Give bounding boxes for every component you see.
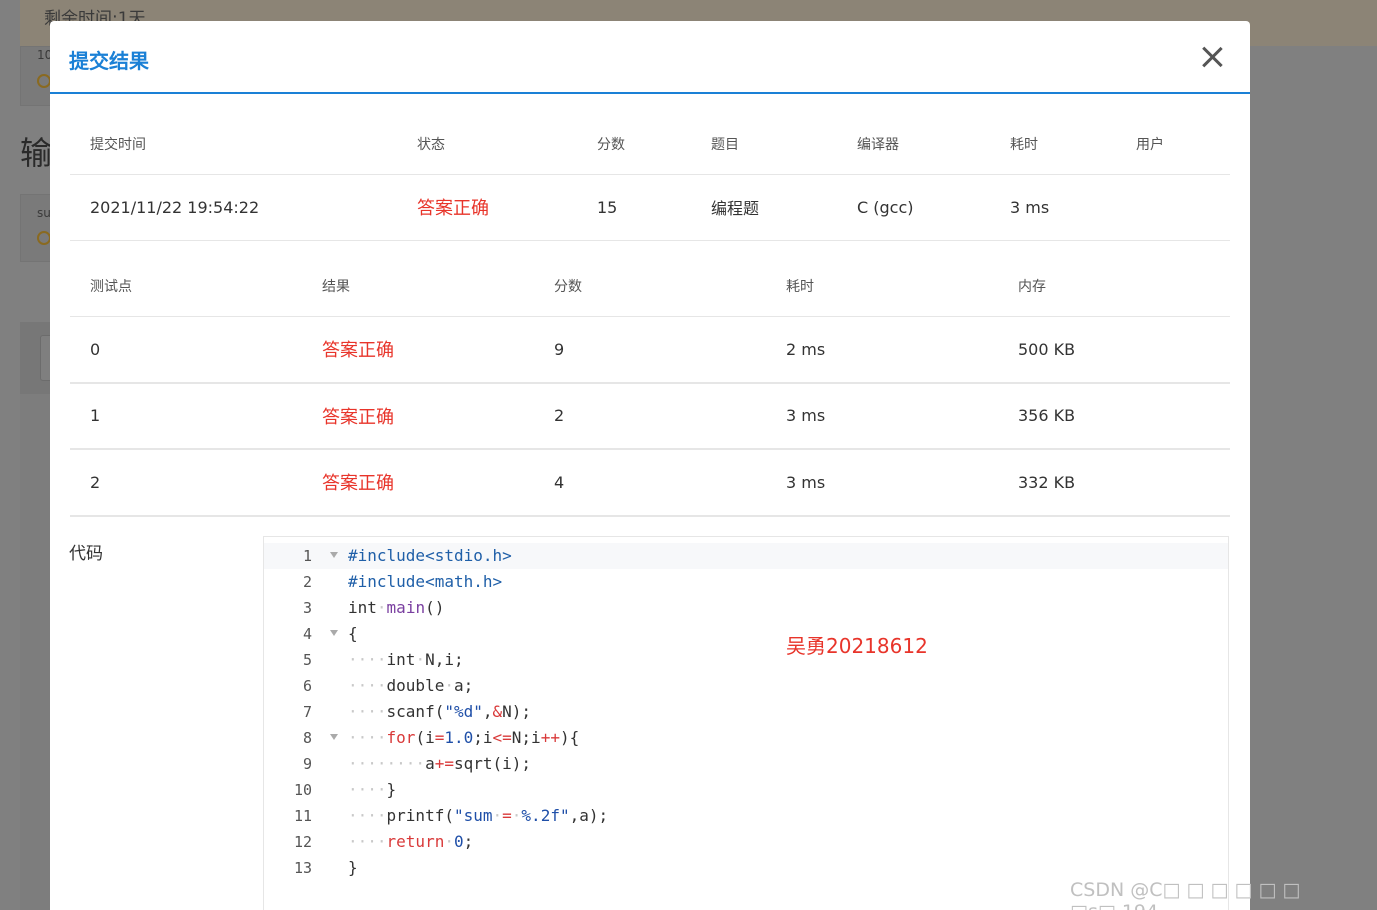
code-line: 3 int·main() <box>264 595 1228 621</box>
background-right <box>1250 46 1377 910</box>
column-header: 耗时 <box>1010 137 1038 154</box>
table-row: 0 答案正确 9 2 ms 500 KB <box>70 316 1230 383</box>
code-text: ····for(i=1.0;i<=N;i++){ <box>348 728 580 747</box>
code-text: ········a+=sqrt(i); <box>348 754 532 773</box>
code-text: #include<math.h> <box>348 572 503 591</box>
table-header-row: 测试点 结果 分数 耗时 内存 <box>70 257 1230 316</box>
problem-link[interactable]: 编程题 <box>691 174 837 240</box>
code-line: 9 ········a+=sqrt(i); <box>264 751 1228 777</box>
modal-header: 提交结果 <box>50 21 1250 94</box>
case-score: 4 <box>554 472 565 492</box>
code-text: ····printf("sum·=·%.2f",a); <box>348 806 609 825</box>
column-header: 题目 <box>711 137 739 154</box>
csdn-watermark: CSDN @C□ □ □ □ □ □ □s□.194 <box>1070 879 1301 910</box>
fold-arrow-icon[interactable] <box>330 630 338 636</box>
case-memory: 500 KB <box>1018 339 1076 359</box>
fold-arrow-icon[interactable] <box>330 734 338 740</box>
code-line: 2 #include<math.h> <box>264 569 1228 595</box>
column-header: 测试点 <box>90 279 132 296</box>
background-heading: 输 <box>20 134 53 172</box>
column-header: 分数 <box>597 137 625 154</box>
line-number: 5 <box>302 651 312 669</box>
time-cost: 3 ms <box>1010 197 1050 217</box>
warning-icon <box>37 74 51 88</box>
line-number: 11 <box>293 807 312 825</box>
line-number: 12 <box>293 833 312 851</box>
case-id: 2 <box>90 472 101 492</box>
case-time: 2 ms <box>786 339 826 359</box>
case-id: 1 <box>90 406 101 426</box>
line-number: 1 <box>302 547 312 565</box>
score: 15 <box>597 197 618 217</box>
code-line: 5 ····int·N,i; <box>264 647 1228 673</box>
column-header: 用户 <box>1136 137 1164 154</box>
case-time: 3 ms <box>786 472 826 492</box>
code-text: ····double·a; <box>348 676 474 695</box>
compiler: C (gcc) <box>857 197 914 217</box>
user <box>1116 174 1230 240</box>
code-line: 10 ····} <box>264 777 1228 803</box>
code-text: ····} <box>348 780 397 799</box>
code-lines: 1 #include<stdio.h> 2 #include<math.h> 3 int·… <box>264 543 1228 881</box>
code-line: 6 ····double·a; <box>264 673 1228 699</box>
line-number: 7 <box>302 703 312 721</box>
background-card-text: su <box>37 206 51 220</box>
case-score: 2 <box>554 406 565 426</box>
line-number: 2 <box>302 573 312 591</box>
code-text: ····scanf("%d",&N); <box>348 702 532 721</box>
code-line: 1 #include<stdio.h> <box>264 543 1228 569</box>
case-id: 0 <box>90 339 101 359</box>
column-header: 内存 <box>1018 279 1046 296</box>
status-badge: 答案正确 <box>417 198 489 219</box>
code-line: 12 ····return·0; <box>264 829 1228 855</box>
table-header-row: 提交时间 状态 分数 题目 编译器 耗时 用户 <box>70 115 1230 174</box>
code-text: ····return·0; <box>348 832 474 851</box>
code-label: 代码 <box>69 544 103 564</box>
close-icon[interactable] <box>1198 43 1226 71</box>
code-text: #include<stdio.h> <box>348 546 512 565</box>
test-case-table: 测试点 结果 分数 耗时 内存 0 答案正确 9 2 ms 500 KB 1 答… <box>70 257 1230 517</box>
line-number: 9 <box>302 755 312 773</box>
code-line: 13} <box>264 855 1228 881</box>
code-line: 11 ····printf("sum·=·%.2f",a); <box>264 803 1228 829</box>
line-number: 10 <box>293 781 312 799</box>
case-result: 答案正确 <box>322 473 394 495</box>
table-row: 2021/11/22 19:54:22 答案正确 15 编程题 C (gcc) … <box>70 174 1230 240</box>
submit-time: 2021/11/22 19:54:22 <box>90 197 260 217</box>
code-text: { <box>348 624 358 643</box>
column-header: 耗时 <box>786 279 814 296</box>
code-text: ····int·N,i; <box>348 650 464 669</box>
code-text: } <box>348 858 358 877</box>
submission-result-modal: 提交结果 提交时间 状态 分数 题目 编译器 耗时 用户 2021/11/22 … <box>50 21 1250 910</box>
line-number: 13 <box>293 859 312 877</box>
code-editor[interactable]: 1 #include<stdio.h> 2 #include<math.h> 3 int·… <box>263 536 1229 910</box>
case-score: 9 <box>554 339 565 359</box>
line-number: 3 <box>302 599 312 617</box>
code-text: int·main() <box>348 598 445 617</box>
column-header: 编译器 <box>857 137 899 154</box>
case-result: 答案正确 <box>322 340 394 361</box>
case-memory: 332 KB <box>1018 472 1076 492</box>
case-memory: 356 KB <box>1018 406 1076 426</box>
code-line: 7 ····scanf("%d",&N); <box>264 699 1228 725</box>
submission-table: 提交时间 状态 分数 题目 编译器 耗时 用户 2021/11/22 19:54… <box>70 115 1230 241</box>
warning-icon <box>37 231 51 245</box>
line-number: 4 <box>302 625 312 643</box>
column-header: 结果 <box>322 279 350 296</box>
column-header: 分数 <box>554 279 582 296</box>
column-header: 状态 <box>417 137 445 154</box>
code-line: 8 ····for(i=1.0;i<=N;i++){ <box>264 725 1228 751</box>
case-time: 3 ms <box>786 406 826 426</box>
author-annotation: 吴勇20218612 <box>786 634 928 658</box>
fold-arrow-icon[interactable] <box>330 552 338 558</box>
line-number: 6 <box>302 677 312 695</box>
column-header: 提交时间 <box>90 137 146 154</box>
case-result: 答案正确 <box>322 406 394 428</box>
table-row: 1 答案正确 2 3 ms 356 KB <box>70 383 1230 449</box>
modal-title: 提交结果 <box>69 49 149 73</box>
code-line: 4{ <box>264 621 1228 647</box>
line-number: 8 <box>302 729 312 747</box>
table-row: 2 答案正确 4 3 ms 332 KB <box>70 449 1230 516</box>
